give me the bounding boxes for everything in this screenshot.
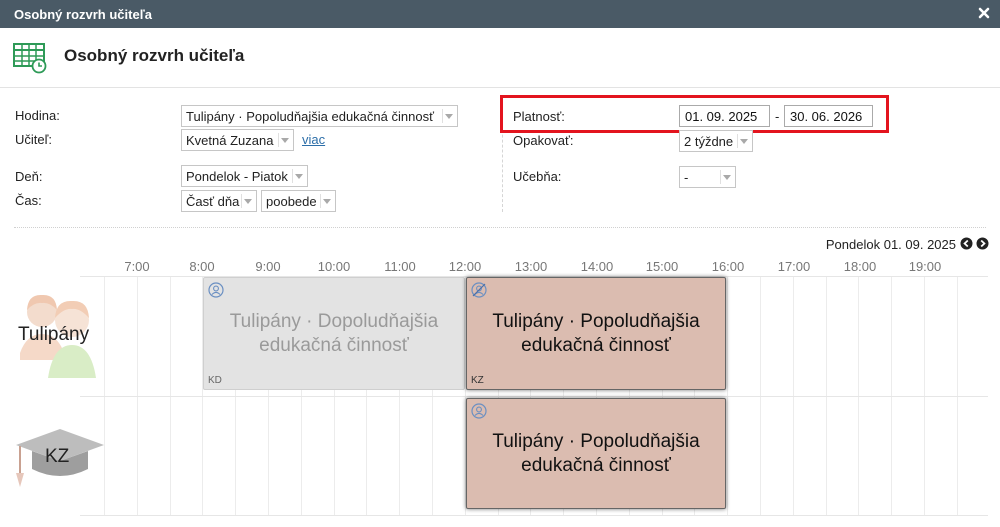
event-title: Tulipány · Dopoludňajšia edukačná činnos… [229,310,439,356]
section-divider [14,227,986,228]
event-afternoon-teacher[interactable]: Tulipány · Popoludňajšia edukačná činnos… [466,398,726,509]
person-icon [208,281,224,305]
event-initials: KD [208,374,222,386]
ucebna-select[interactable]: - [679,166,736,188]
hodina-select[interactable]: Tulipány · Popoludňajšia edukačná činnos… [181,105,458,127]
opakovat-label: Opakovať: [513,133,574,148]
person-icon [471,402,487,426]
hodina-label: Hodina: [15,108,60,123]
cas-part-value: Časť dňa [186,194,240,209]
hour-label: 16:00 [711,259,745,274]
hour-label: 13:00 [514,259,548,274]
row-label-teacher: KZ [45,446,70,467]
hour-label: 7:00 [124,259,150,274]
ucitel-select[interactable]: Kvetná Zuzana [181,129,294,151]
hour-label: 11:00 [384,259,416,274]
timetable-icon [13,42,47,77]
ucitel-label: Učiteľ: [15,132,53,147]
chevron-down-icon [740,139,748,144]
row-label-class: Tulipány [18,324,90,345]
hour-label: 19:00 [908,259,942,274]
event-title: Tulipány · Popoludňajšia edukačná činnos… [492,430,700,476]
hour-label: 12:00 [448,259,482,274]
validity-to-input[interactable]: 30. 06. 2026 [784,105,873,127]
hodina-value: Tulipány · Popoludňajšia edukačná činnos… [186,109,434,124]
validity-dash: - [775,109,780,124]
platnost-label: Platnosť: [513,109,565,124]
chevron-down-icon [244,199,252,204]
arrow-left-icon[interactable] [960,237,973,250]
ucitel-value: Kvetná Zuzana [186,133,274,148]
hour-label: 18:00 [843,259,877,274]
den-select[interactable]: Pondelok - Piatok [181,165,308,187]
den-value: Pondelok - Piatok [186,169,288,184]
arrow-right-icon[interactable] [976,237,989,250]
hour-label: 17:00 [777,259,811,274]
hour-label: 8:00 [189,259,215,274]
ucebna-label: Učebňa: [513,169,562,184]
hour-label: 15:00 [645,259,679,274]
opakovat-value: 2 týždne [684,134,734,149]
hour-label: 9:00 [255,259,281,274]
den-label: Deň: [15,169,43,184]
event-initials: KZ [471,374,484,386]
chevron-down-icon [323,199,331,204]
window-title: Osobný rozvrh učiteľa [14,7,152,22]
opakovat-select[interactable]: 2 týždne [679,130,753,152]
person-icon [471,281,487,305]
cas-label: Čas: [15,193,42,208]
chevron-down-icon [723,175,731,180]
hour-label: 10:00 [317,259,351,274]
page-title: Osobný rozvrh učiteľa [64,46,245,65]
cas-part-select[interactable]: Časť dňa [181,190,257,212]
hour-label: 14:00 [580,259,614,274]
window-titlebar: Osobný rozvrh učiteľa [0,0,1000,28]
dialog-header: Osobný rozvrh učiteľa [0,28,1000,88]
row-divider [80,515,988,516]
more-teachers-link[interactable]: viac [302,132,325,147]
chevron-down-icon [445,114,453,119]
event-afternoon-class[interactable]: Tulipány · Popoludňajšia edukačná činnos… [466,277,726,390]
row-divider [80,396,988,397]
cas-period-value: poobede [266,194,317,209]
validity-from-input[interactable]: 01. 09. 2025 [679,105,770,127]
event-title: Tulipány · Popoludňajšia edukačná činnos… [492,310,700,356]
event-morning[interactable]: Tulipány · Dopoludňajšia edukačná činnos… [203,277,465,390]
chevron-down-icon [281,138,289,143]
chevron-down-icon [295,174,303,179]
cas-period-select[interactable]: poobede [261,190,336,212]
close-icon[interactable] [976,5,992,21]
ucebna-value: - [684,170,689,185]
timeline-date: Pondelok 01. 09. 2025 [825,237,956,252]
